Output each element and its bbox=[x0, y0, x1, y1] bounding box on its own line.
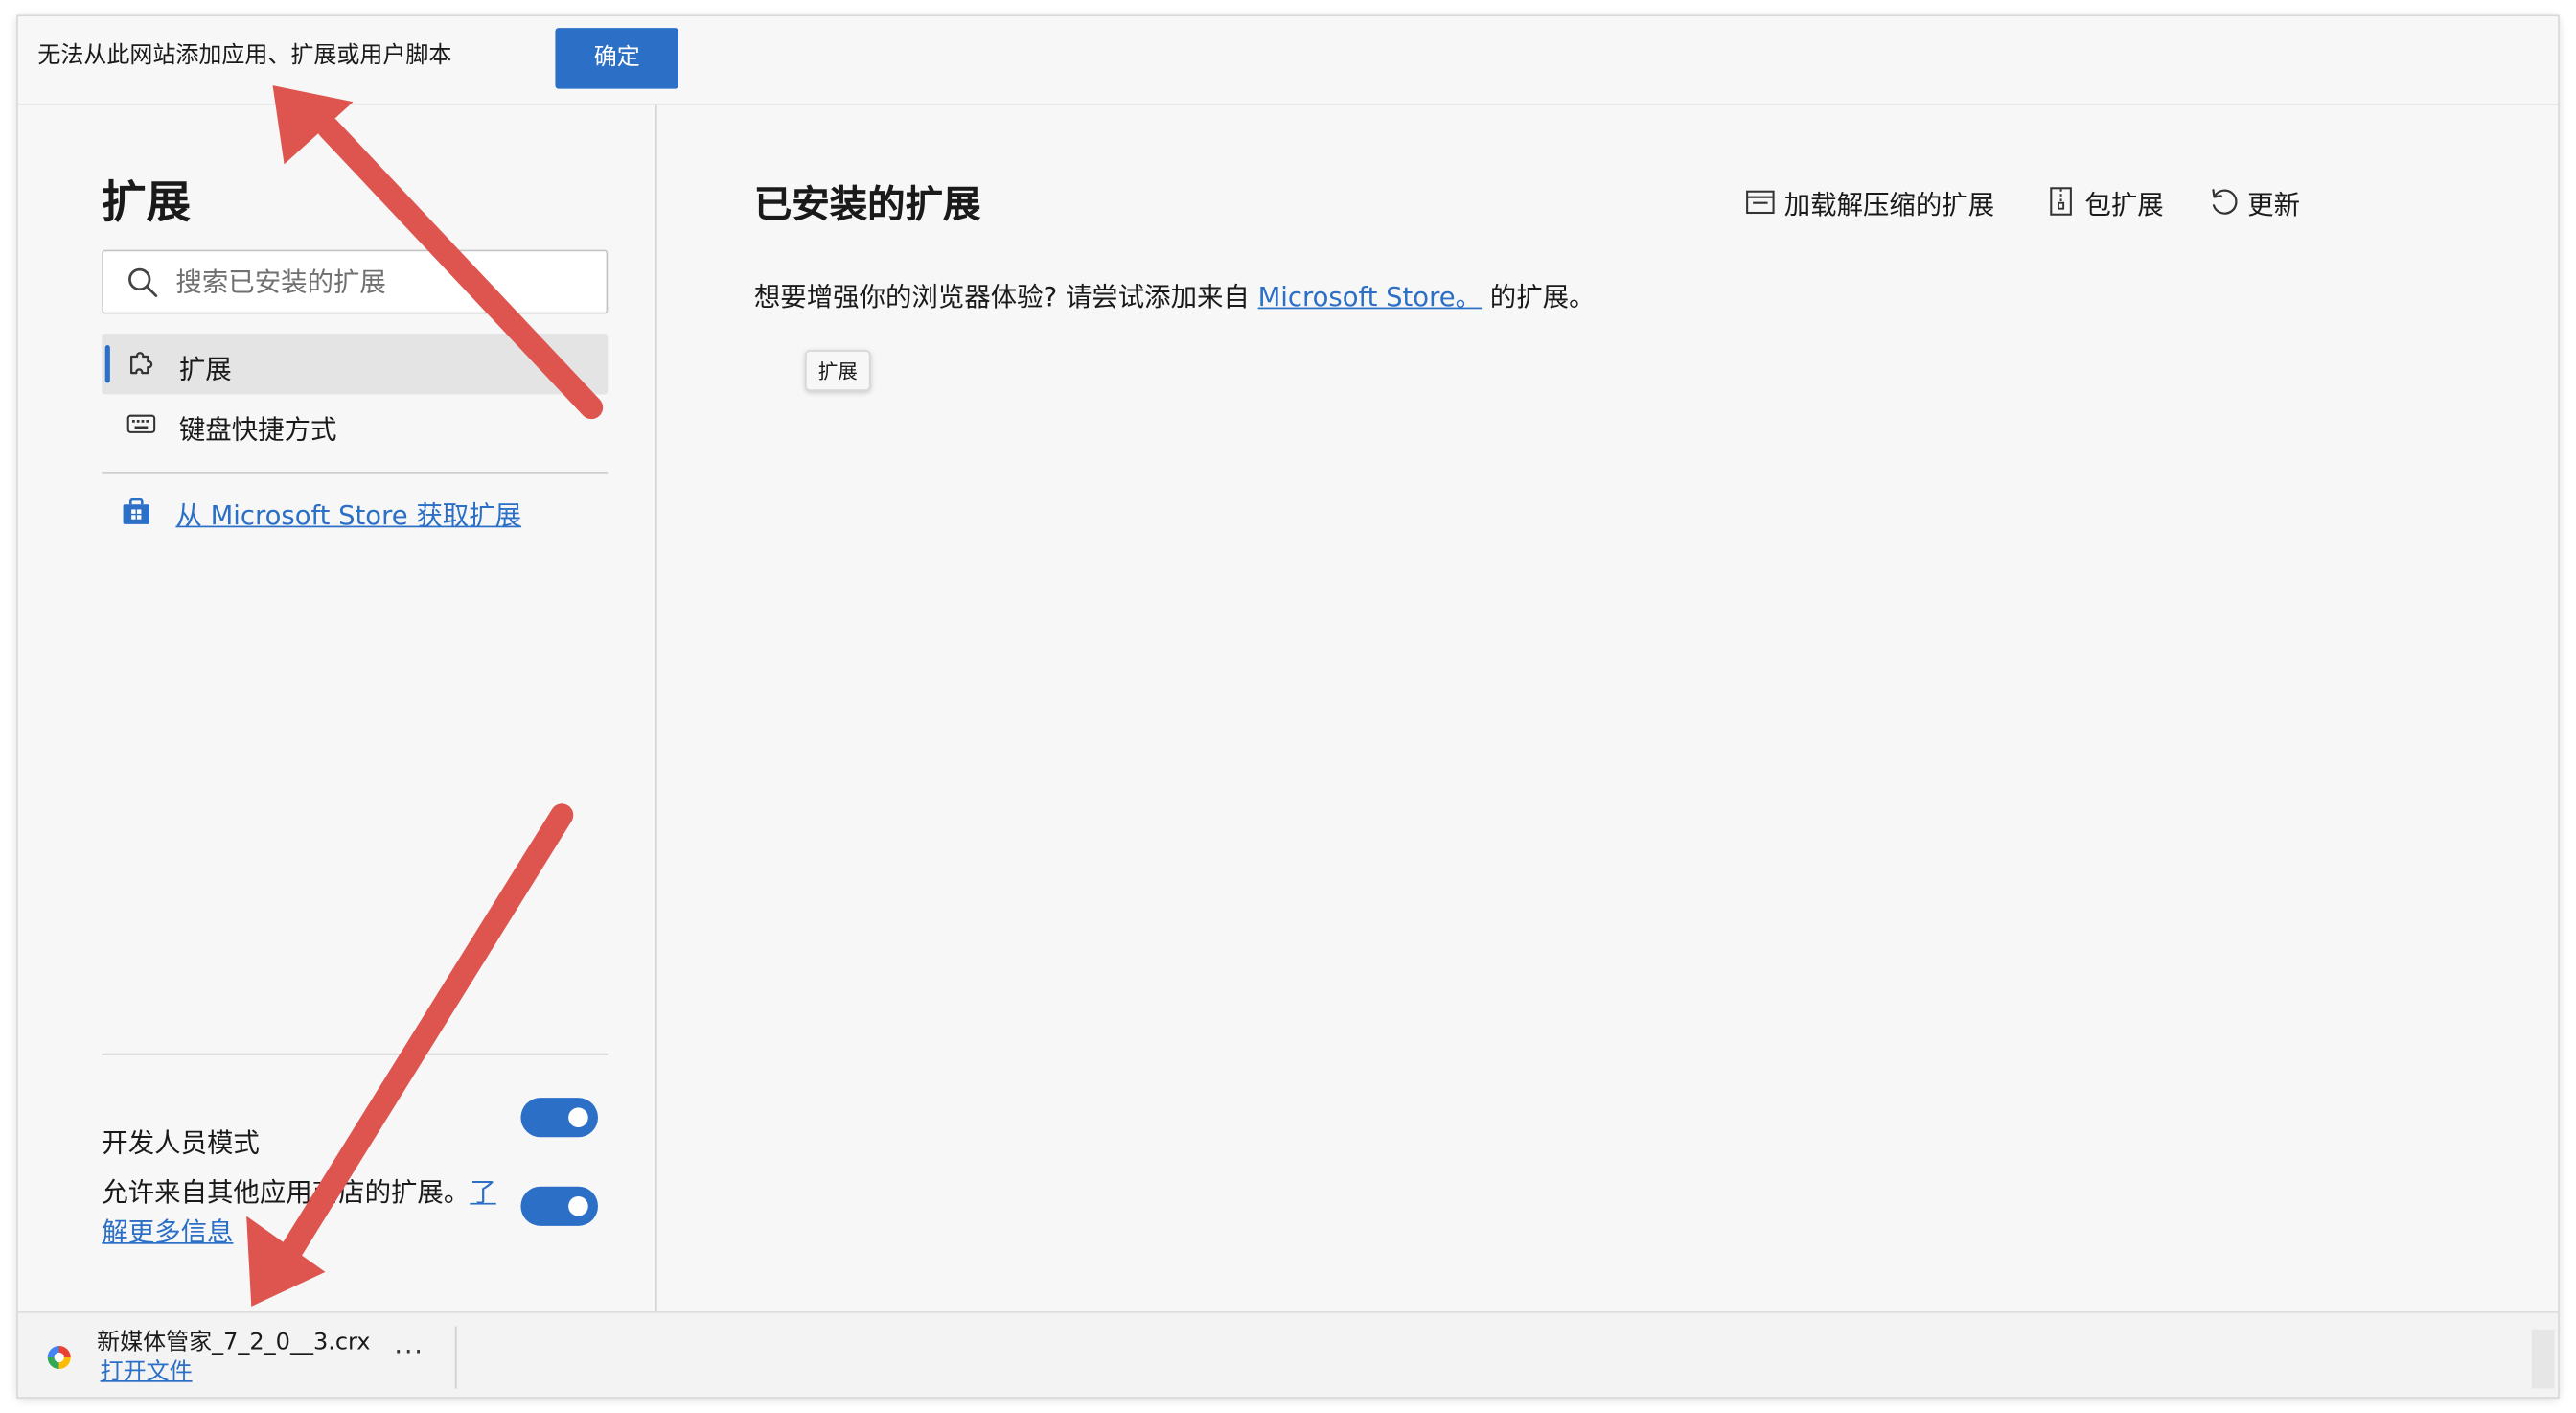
developer-mode-toggle[interactable] bbox=[520, 1098, 599, 1138]
developer-mode-label: 开发人员模式 bbox=[102, 1127, 260, 1159]
folder-icon bbox=[1746, 190, 1775, 215]
active-indicator bbox=[104, 345, 110, 383]
subtitle-prefix: 想要增强你的浏览器体验? 请尝试添加来自 bbox=[753, 281, 1258, 313]
tooltip: 扩展 bbox=[805, 350, 871, 392]
allow-other-stores-text: 允许来自其他应用商店的扩展。了解更多信息 bbox=[102, 1173, 513, 1252]
subtitle-suffix: 的扩展。 bbox=[1482, 281, 1596, 313]
download-bar-scroll[interactable] bbox=[2531, 1329, 2555, 1389]
ok-button[interactable]: 确定 bbox=[555, 28, 679, 89]
info-bar: 无法从此网站添加应用、扩展或用户脚本 确定 bbox=[17, 16, 2559, 105]
sidebar-item-label: 键盘快捷方式 bbox=[178, 414, 337, 446]
allow-other-stores-label: 允许来自其他应用商店的扩展。 bbox=[102, 1176, 471, 1209]
search-icon bbox=[128, 267, 158, 297]
download-bar: 新媒体管家_7_2_0__3.crx 打开文件 ··· bbox=[17, 1311, 2559, 1398]
sidebar-item-extensions[interactable]: 扩展 bbox=[102, 334, 609, 395]
update-label: 更新 bbox=[2247, 189, 2301, 220]
screenshot-stage: 无法从此网站添加应用、扩展或用户脚本 确定 扩展 扩展 bbox=[0, 0, 2576, 1413]
allow-other-stores-toggle[interactable] bbox=[520, 1186, 599, 1226]
sidebar-divider bbox=[102, 472, 609, 474]
pack-extension-label: 包扩展 bbox=[2084, 189, 2164, 220]
puzzle-icon bbox=[130, 352, 153, 375]
sidebar-title: 扩展 bbox=[102, 177, 191, 229]
search-input[interactable] bbox=[175, 251, 587, 313]
refresh-icon bbox=[2212, 189, 2238, 215]
download-filename[interactable]: 新媒体管家_7_2_0__3.crx bbox=[97, 1325, 370, 1357]
browser-window: 无法从此网站添加应用、扩展或用户脚本 确定 扩展 扩展 bbox=[17, 16, 2559, 1398]
sidebar-item-label: 扩展 bbox=[178, 353, 232, 385]
store-suggestion-text: 想要增强你的浏览器体验? 请尝试添加来自 Microsoft Store。 的扩… bbox=[754, 274, 1596, 313]
sidebar-item-keyboard-shortcuts[interactable]: 键盘快捷方式 bbox=[102, 394, 608, 454]
search-box[interactable] bbox=[102, 249, 609, 314]
load-unpacked-label: 加载解压缩的扩展 bbox=[1783, 189, 1995, 220]
more-options-button[interactable]: ··· bbox=[394, 1336, 424, 1368]
sidebar: 扩展 扩展 bbox=[17, 104, 657, 1312]
page-title: 已安装的扩展 bbox=[753, 184, 981, 227]
sidebar-divider-bottom bbox=[102, 1053, 609, 1055]
info-bar-message: 无法从此网站添加应用、扩展或用户脚本 bbox=[37, 42, 452, 70]
crx-file-icon bbox=[47, 1346, 71, 1370]
download-separator bbox=[454, 1326, 457, 1389]
store-link-label[interactable]: 从 Microsoft Store 获取扩展 bbox=[175, 493, 521, 532]
zip-icon bbox=[2050, 187, 2072, 216]
toggle-knob bbox=[568, 1196, 588, 1216]
store-bag-icon bbox=[123, 498, 150, 524]
microsoft-store-link[interactable]: 从 Microsoft Store 获取扩展 bbox=[120, 492, 547, 531]
microsoft-store-inline-link[interactable]: Microsoft Store。 bbox=[1258, 281, 1482, 313]
keyboard-icon bbox=[126, 414, 156, 433]
toggle-knob bbox=[568, 1107, 588, 1128]
open-file-link[interactable]: 打开文件 bbox=[101, 1355, 193, 1387]
